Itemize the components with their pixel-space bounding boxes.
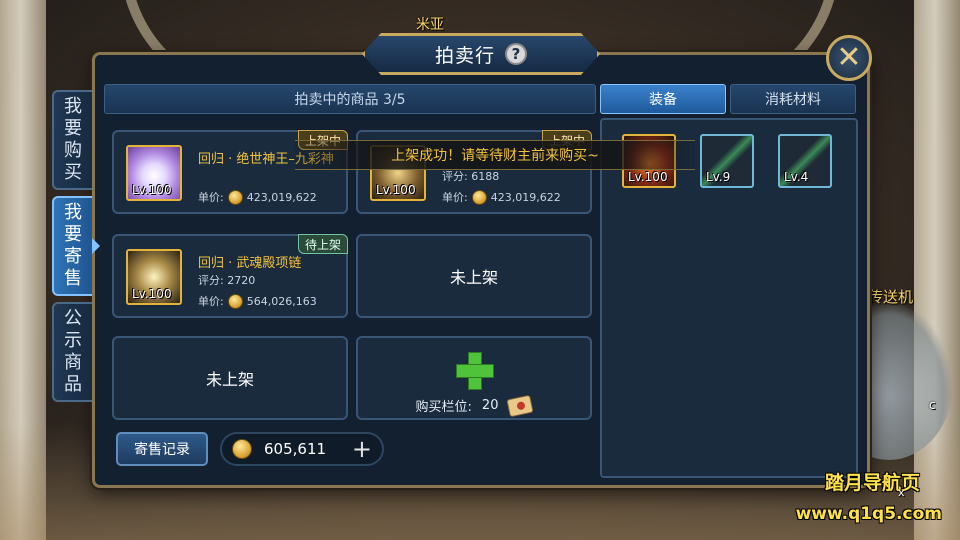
tab-public-char: 品 bbox=[64, 374, 82, 395]
gold-coin-icon bbox=[227, 293, 243, 309]
tab-public-char: 商 bbox=[64, 352, 82, 373]
window-title: 拍卖行 bbox=[434, 44, 495, 67]
item-score: 评分: 2720 bbox=[198, 274, 256, 287]
empty-slot-label: 未上架 bbox=[205, 370, 254, 389]
tab-buy[interactable]: 我 要 购 买 bbox=[52, 90, 92, 190]
tab-sell-char: 寄 bbox=[64, 246, 82, 267]
price-row: 单价: 423,019,622 bbox=[442, 189, 561, 205]
empty-slot-label: 未上架 bbox=[449, 268, 498, 287]
green-plus-icon bbox=[456, 352, 494, 390]
tab-sell[interactable]: 我 要 寄 售 bbox=[52, 196, 92, 296]
tab-buy-char: 买 bbox=[64, 162, 82, 183]
tab-buy-char: 购 bbox=[64, 140, 82, 161]
empty-listing-slot[interactable]: 未上架 bbox=[356, 234, 592, 318]
active-tab-arrow-icon bbox=[92, 238, 100, 254]
item-level: Lv.100 bbox=[132, 183, 172, 197]
buy-slot-button[interactable]: 购买栏位: 20 bbox=[356, 336, 592, 420]
close-icon: ✕ bbox=[836, 40, 862, 75]
tab-public-char: 公 bbox=[64, 308, 82, 329]
watermark-title: 踏月导航页 bbox=[824, 472, 920, 494]
item-price: 423,019,622 bbox=[490, 190, 561, 204]
scene-npc-label: 米亚 bbox=[416, 17, 444, 33]
add-gold-button[interactable]: + bbox=[352, 437, 372, 461]
item-level: Lv.100 bbox=[132, 287, 172, 301]
green-sword-icon[interactable]: Lv.9 bbox=[700, 134, 754, 188]
gold-amount: 605,611 bbox=[264, 440, 327, 458]
scene-teleporter-label[interactable]: 传送机 bbox=[868, 286, 913, 307]
price-row: 单价: 564,026,163 bbox=[198, 293, 317, 309]
status-badge: 待上架 bbox=[297, 234, 348, 254]
watermark-url: www.q1q5.com bbox=[795, 504, 942, 524]
tab-consumables[interactable]: 消耗材料 bbox=[730, 84, 856, 114]
listing-slot[interactable]: Lv.100 回归 · 武魂殿项链 评分: 2720 单价: 564,026,1… bbox=[112, 234, 348, 318]
price-label: 单价: bbox=[442, 191, 468, 204]
scene-edge-char-2: x bbox=[898, 486, 905, 499]
tab-sell-char: 售 bbox=[64, 268, 82, 289]
tab-buy-char: 我 bbox=[64, 96, 82, 117]
close-button[interactable]: ✕ bbox=[826, 35, 872, 81]
scroll-icon bbox=[506, 394, 535, 417]
buy-slot-count: 20 bbox=[481, 398, 499, 413]
item-score: 评分: 6188 bbox=[442, 170, 500, 183]
tab-sell-char: 要 bbox=[64, 224, 82, 245]
gold-coin-icon bbox=[227, 189, 243, 205]
green-sword-icon[interactable]: Lv.4 bbox=[778, 134, 832, 188]
tab-public[interactable]: 公 示 商 品 bbox=[52, 302, 92, 402]
empty-listing-slot[interactable]: 未上架 bbox=[112, 336, 348, 420]
gold-balance: 605,611 + bbox=[220, 432, 384, 466]
necklace-item-icon: Lv.100 bbox=[126, 249, 182, 305]
item-level: Lv.4 bbox=[784, 170, 809, 184]
title-plate: 拍卖行 ? bbox=[362, 33, 600, 75]
inventory-grid: Lv.100 Lv.9 Lv.4 bbox=[600, 118, 858, 478]
buy-slot-label: 购买栏位: bbox=[415, 400, 472, 415]
tab-sell-char: 我 bbox=[64, 202, 82, 223]
item-price: 564,026,163 bbox=[246, 294, 317, 308]
listing-header: 拍卖中的商品 3/5 bbox=[104, 84, 596, 114]
item-level: Lv.9 bbox=[706, 170, 731, 184]
item-level: Lv.100 bbox=[376, 183, 416, 197]
buy-slot-row: 购买栏位: 20 bbox=[358, 394, 590, 417]
gold-coin-icon bbox=[232, 439, 252, 459]
price-label: 单价: bbox=[198, 191, 224, 204]
tab-buy-char: 要 bbox=[64, 118, 82, 139]
item-level: Lv.100 bbox=[628, 170, 668, 184]
tab-equipment[interactable]: 装备 bbox=[600, 84, 726, 114]
price-label: 单价: bbox=[198, 295, 224, 308]
toast-message: 上架成功！请等待财主前来购买~ bbox=[295, 140, 695, 170]
scene-edge-char: c bbox=[929, 398, 936, 412]
tab-public-char: 示 bbox=[64, 330, 82, 351]
gold-coin-icon bbox=[471, 189, 487, 205]
item-name: 回归 · 武魂殿项链 bbox=[198, 256, 302, 271]
item-price: 423,019,622 bbox=[246, 190, 317, 204]
sale-record-button[interactable]: 寄售记录 bbox=[116, 432, 208, 466]
price-row: 单价: 423,019,622 bbox=[198, 189, 317, 205]
spirit-ring-item-icon: Lv.100 bbox=[126, 145, 182, 201]
help-icon[interactable]: ? bbox=[505, 43, 527, 65]
